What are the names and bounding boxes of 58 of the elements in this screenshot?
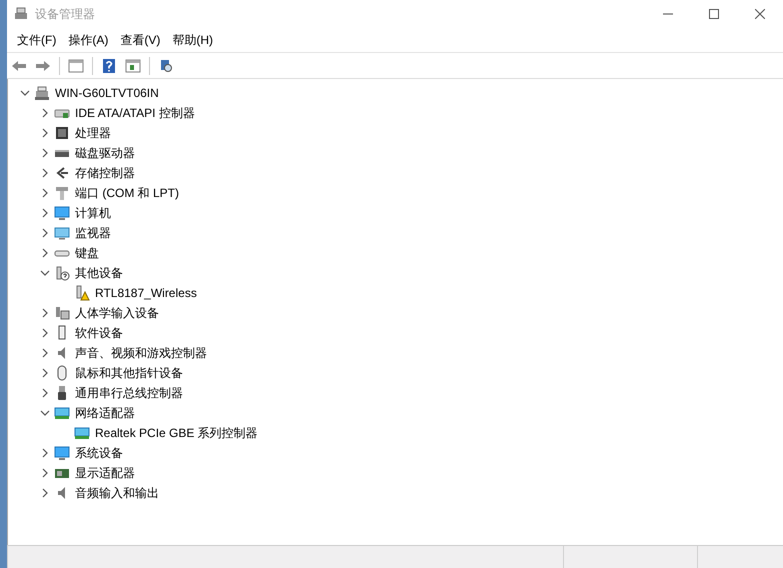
network-adapter-icon — [54, 405, 70, 421]
tree-item[interactable]: 系统设备 — [75, 444, 123, 462]
tree-item[interactable]: IDE ATA/ATAPI 控制器 — [75, 104, 195, 122]
expand-chevron-icon[interactable] — [40, 148, 50, 158]
expand-chevron-icon[interactable] — [40, 468, 50, 478]
input-device-icon — [54, 305, 70, 321]
network-adapter-icon — [74, 425, 90, 441]
expand-chevron-icon[interactable] — [40, 208, 50, 218]
warning-device-icon — [74, 285, 90, 301]
expand-chevron-icon[interactable] — [40, 308, 50, 318]
tree-item[interactable]: RTL8187_Wireless — [95, 286, 197, 300]
expand-chevron-icon[interactable] — [40, 168, 50, 178]
chip-icon — [54, 125, 70, 141]
tree-item[interactable]: 键盘 — [75, 244, 99, 262]
tree-item[interactable]: 存储控制器 — [75, 164, 135, 182]
tree-item[interactable]: 其他设备 — [75, 264, 123, 282]
tree-item[interactable]: 鼠标和其他指针设备 — [75, 364, 183, 382]
tree-item[interactable]: 软件设备 — [75, 324, 123, 342]
tree-item[interactable]: 监视器 — [75, 224, 111, 242]
expand-chevron-icon[interactable] — [40, 228, 50, 238]
expand-chevron-icon[interactable] — [40, 188, 50, 198]
expand-chevron-icon[interactable] — [40, 448, 50, 458]
expand-chevron-icon[interactable] — [40, 128, 50, 138]
tree-item[interactable]: 显示适配器 — [75, 464, 135, 482]
monitor-icon — [54, 205, 70, 221]
menu-item[interactable]: 查看(V) — [114, 32, 166, 48]
tree-item[interactable]: 声音、视频和游戏控制器 — [75, 344, 207, 362]
computer-icon — [34, 85, 50, 101]
expand-chevron-icon[interactable] — [40, 368, 50, 378]
tree-item[interactable]: 端口 (COM 和 LPT) — [75, 184, 179, 202]
expand-chevron-icon[interactable] — [40, 488, 50, 498]
monitor-icon — [54, 225, 70, 241]
menu-item[interactable]: 帮助(H) — [166, 32, 219, 48]
question-device-icon — [54, 265, 70, 281]
device-manager-icon — [13, 6, 29, 22]
window-title: 设备管理器 — [35, 6, 96, 22]
expand-chevron-icon[interactable] — [40, 248, 50, 258]
collapse-chevron-icon[interactable] — [40, 408, 50, 418]
tree-item[interactable]: 网络适配器 — [75, 404, 135, 422]
expand-chevron-icon[interactable] — [40, 348, 50, 358]
expand-chevron-icon[interactable] — [40, 328, 50, 338]
tree-item[interactable]: 通用串行总线控制器 — [75, 384, 183, 402]
tree-item[interactable]: 人体学输入设备 — [75, 304, 159, 322]
collapse-chevron-icon[interactable] — [40, 268, 50, 278]
expand-chevron-icon[interactable] — [40, 108, 50, 118]
tree-item[interactable]: Realtek PCIe GBE 系列控制器 — [95, 424, 258, 442]
tree-item[interactable]: 磁盘驱动器 — [75, 144, 135, 162]
monitor-icon — [54, 445, 70, 461]
tree-item[interactable]: WIN-G60LTVT06IN — [55, 86, 159, 100]
menu-item[interactable]: 操作(A) — [62, 32, 114, 48]
collapse-chevron-icon[interactable] — [20, 88, 30, 98]
tree-item[interactable]: 音频输入和输出 — [75, 484, 159, 502]
tree-item[interactable]: 处理器 — [75, 124, 111, 142]
tree-item[interactable]: 计算机 — [75, 204, 111, 222]
expand-chevron-icon[interactable] — [40, 388, 50, 398]
close-icon — [755, 9, 765, 19]
menu-item[interactable]: 文件(F) — [11, 32, 62, 48]
maximize-icon — [709, 9, 719, 19]
